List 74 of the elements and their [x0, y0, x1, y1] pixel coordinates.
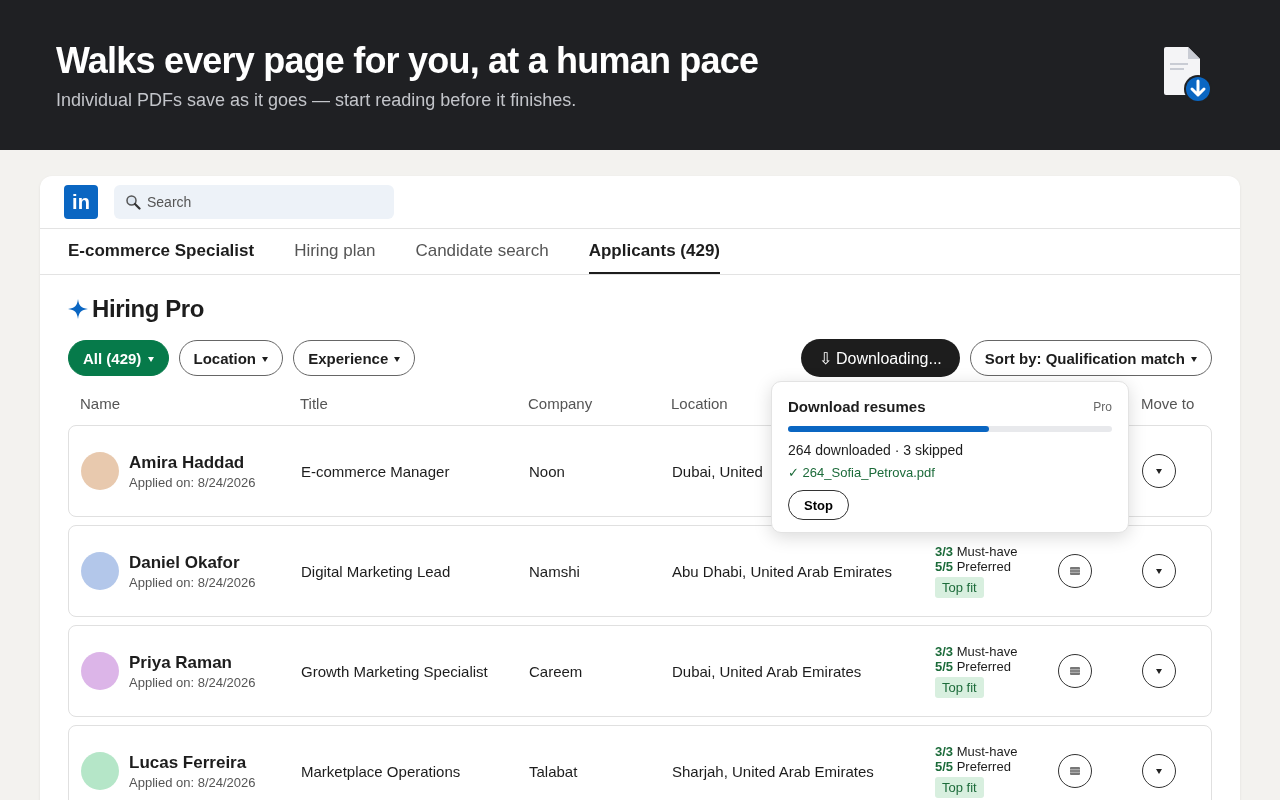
applicant-name[interactable]: Lucas Ferreira — [129, 752, 256, 773]
applicant-name[interactable]: Daniel Okafor — [129, 552, 256, 573]
filter-dropdown[interactable]: All (429) — [68, 340, 169, 376]
location: Abu Dhabi, United Arab Emirates — [672, 562, 893, 580]
subtitle: Individual PDFs save as it goes — start reading before it finishes. — [56, 89, 578, 111]
company: Talabat — [529, 762, 578, 780]
caret-icon — [147, 357, 154, 363]
column-header: Location — [671, 394, 728, 412]
move-to-dropdown[interactable] — [1142, 554, 1176, 588]
move-to-dropdown[interactable] — [1142, 754, 1176, 788]
resume-button[interactable] — [1058, 754, 1092, 788]
fit-tag: Top fit — [935, 777, 984, 798]
stop-button[interactable]: Stop — [788, 490, 849, 520]
applicant-name[interactable]: Priya Raman — [129, 652, 256, 673]
nav-tab[interactable]: Applicants (429) — [588, 229, 720, 274]
nav-tab[interactable]: Hiring plan — [294, 229, 376, 274]
sparkle-icon — [68, 299, 88, 319]
company: Careem — [529, 662, 583, 680]
column-header: Move to — [1141, 394, 1195, 412]
caret-icon — [1156, 568, 1162, 574]
company: Noon — [529, 462, 565, 480]
document-icon — [1070, 767, 1080, 775]
fit-tag: Top fit — [935, 577, 984, 598]
company: Namshi — [529, 562, 580, 580]
column-header: Name — [80, 394, 120, 412]
move-to-dropdown[interactable] — [1142, 454, 1176, 488]
headline: Walks every page for you, at a human pace — [56, 39, 759, 82]
caret-icon — [1156, 768, 1162, 774]
applicant-name[interactable]: Amira Haddad — [129, 452, 256, 473]
caret-icon — [1156, 668, 1162, 674]
fit-tag: Top fit — [935, 677, 984, 698]
preferred-count: 5/5 Preferred — [935, 659, 1011, 674]
document-icon — [1070, 667, 1080, 675]
pro-label: Pro — [1093, 399, 1112, 414]
column-header: Company — [528, 394, 593, 412]
preferred-count: 5/5 Preferred — [935, 759, 1011, 774]
search-field[interactable]: Search — [114, 185, 394, 219]
move-to-dropdown[interactable] — [1142, 654, 1176, 688]
location: Sharjah, United Arab Emirates — [672, 762, 874, 780]
location: Dubai, United — [672, 462, 763, 480]
caret-icon — [1156, 468, 1162, 474]
job-title: Marketplace Operations — [301, 762, 461, 780]
location: Dubai, United Arab Emirates — [672, 662, 862, 680]
nav-tab[interactable]: Candidate search — [415, 229, 549, 274]
last-file: ✓ 264_Sofia_Petrova.pdf — [788, 465, 935, 480]
preferred-count: 5/5 Preferred — [935, 559, 1011, 574]
filter-dropdown[interactable]: Location — [178, 340, 284, 376]
job-title: Growth Marketing Specialist — [301, 662, 488, 680]
logo[interactable]: in — [64, 185, 98, 219]
applied-date: Applied on: 8/24/2026 — [129, 474, 256, 490]
caret-icon — [1191, 357, 1197, 363]
applicant-row[interactable]: Priya Raman Applied on: 8/24/2026 Growth Marketing Specialist Careem Dubai, United Arab Emirates 3/3 Must-have 5/5 Preferred Top fit — [68, 625, 1212, 717]
must-have-count: 3/3 Must-have — [935, 744, 1018, 759]
document-icon — [1070, 567, 1080, 575]
sort-dropdown[interactable]: Sort by: Qualification match — [969, 340, 1212, 376]
job-title: Digital Marketing Lead — [301, 562, 451, 580]
resume-button[interactable] — [1058, 554, 1092, 588]
caret-icon — [262, 357, 269, 363]
column-header: Title — [300, 394, 328, 412]
caret-icon — [394, 357, 401, 363]
job-title: E-commerce Manager — [301, 462, 450, 480]
download-button[interactable]: ⇩ Downloading... — [800, 339, 960, 377]
applied-date: Applied on: 8/24/2026 — [129, 574, 256, 590]
filter-dropdown[interactable]: Experience — [293, 340, 416, 376]
applicant-row[interactable]: Lucas Ferreira Applied on: 8/24/2026 Marketplace Operations Talabat Sharjah, United Arab Emirates 3/3 Must-have 5/5 Preferred Top fit — [68, 725, 1212, 800]
applied-date: Applied on: 8/24/2026 — [129, 674, 256, 690]
applied-date: Applied on: 8/24/2026 — [129, 774, 256, 790]
section-title: Hiring Pro — [92, 295, 204, 323]
must-have-count: 3/3 Must-have — [935, 544, 1018, 559]
popover-title: Download resumes — [788, 398, 926, 415]
resume-button[interactable] — [1058, 654, 1092, 688]
download-status: 264 downloaded · 3 skipped — [788, 442, 964, 458]
must-have-count: 3/3 Must-have — [935, 644, 1018, 659]
job-title-tab[interactable]: E-commerce Specialist — [68, 229, 255, 274]
